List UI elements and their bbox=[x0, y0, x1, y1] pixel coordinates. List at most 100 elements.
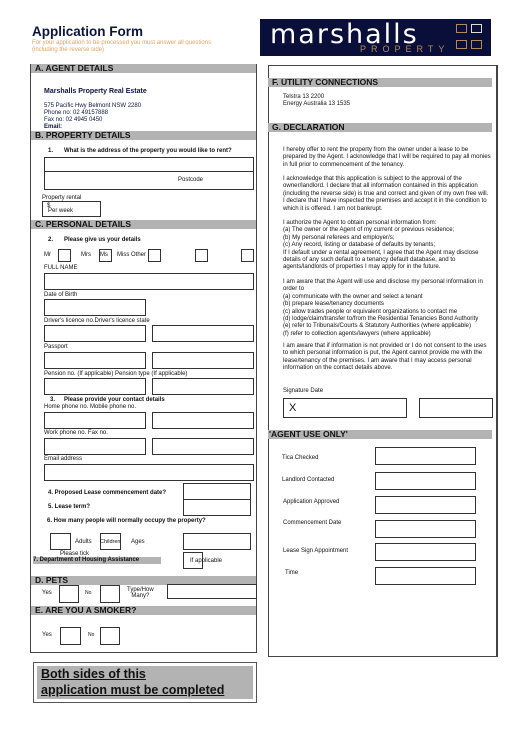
mr-label: Mr bbox=[44, 252, 51, 258]
per-week-label: Per week bbox=[48, 208, 74, 214]
passport-input[interactable] bbox=[44, 352, 146, 369]
pension-label: Pension no. (If applicable) Pension type… bbox=[44, 371, 188, 377]
full-name-input[interactable] bbox=[44, 273, 254, 290]
agent-phone: Phone no: 02 49157888 bbox=[44, 110, 109, 116]
ages-label: Ages bbox=[131, 539, 145, 545]
page-title: Application Form bbox=[32, 24, 143, 39]
commencement-date-label: Commencement Date bbox=[283, 520, 342, 526]
children-label: Children bbox=[100, 539, 121, 545]
landlord-contacted-input[interactable] bbox=[375, 472, 476, 490]
email-input[interactable] bbox=[44, 464, 254, 481]
q6-label: 6. How many people will normally occupy … bbox=[47, 518, 206, 524]
passport-input-2[interactable] bbox=[152, 352, 254, 369]
pets-yes-checkbox[interactable] bbox=[59, 585, 79, 603]
section-utility-connections: F. UTILITY CONNECTIONS bbox=[268, 78, 492, 87]
miss-checkbox[interactable] bbox=[195, 249, 208, 262]
ms-label: Ms bbox=[100, 252, 108, 258]
mr-checkbox[interactable] bbox=[58, 249, 71, 262]
tica-checked-label: Tica Checked bbox=[282, 455, 319, 461]
telstra-text: Telstra 13 2200 bbox=[283, 94, 325, 100]
dob-input[interactable] bbox=[44, 299, 146, 316]
work-fax-label: Work phone no. Fax no. bbox=[44, 430, 108, 436]
q5-label: 5. Lease term? bbox=[48, 504, 91, 510]
logo-square-icon bbox=[456, 40, 467, 49]
time-input[interactable] bbox=[375, 567, 476, 585]
pets-no-label: No bbox=[85, 590, 92, 596]
pets-no-checkbox[interactable] bbox=[100, 585, 120, 603]
signature-x-mark: X bbox=[289, 402, 297, 414]
time-label: Time bbox=[285, 570, 299, 576]
adults-input[interactable] bbox=[50, 533, 71, 550]
q3-number: 3. bbox=[50, 397, 56, 403]
smoker-no-label: No bbox=[88, 632, 95, 638]
footer-line-1: Both sides of this bbox=[41, 667, 146, 681]
date-input[interactable] bbox=[419, 398, 493, 418]
licence-label: Driver's licence no.Driver's licence sta… bbox=[44, 318, 150, 324]
if-applicable-label: If applicable bbox=[190, 558, 223, 564]
q3-label: Please provide your contact details bbox=[64, 397, 165, 403]
footer-line-2: application must be completed bbox=[41, 683, 225, 697]
pension-no-input[interactable] bbox=[44, 378, 146, 395]
logo-square-icon bbox=[471, 40, 482, 49]
section-smoker: E. ARE YOU A SMOKER? bbox=[31, 606, 256, 615]
declaration-paragraph: I authorize the Agent to obtain personal… bbox=[283, 219, 479, 271]
footer-notice: Both sides of this application must be c… bbox=[33, 662, 257, 703]
passport-label: Passport bbox=[44, 344, 68, 350]
lease-term-input[interactable] bbox=[183, 499, 251, 516]
signature-date-label: Signature Date bbox=[283, 388, 324, 394]
declaration-paragraph: I hereby offer to rent the property from… bbox=[283, 146, 491, 168]
smoker-no-checkbox[interactable] bbox=[100, 627, 120, 645]
q1-number: 1. bbox=[48, 148, 54, 154]
lease-sign-input[interactable] bbox=[375, 543, 476, 561]
section-agent-use-only: 'AGENT USE ONLY' bbox=[268, 430, 492, 439]
mrs-label: Mrs bbox=[81, 252, 91, 258]
section-agent-details: A. AGENT DETAILS bbox=[31, 64, 256, 73]
tica-checked-input[interactable] bbox=[375, 447, 476, 465]
postcode-label: Postcode bbox=[178, 177, 204, 183]
adults-label: Adults bbox=[75, 539, 92, 545]
full-name-label: FULL NAME bbox=[44, 265, 78, 271]
pets-type-label: Type/How Many? bbox=[127, 587, 154, 599]
application-approved-input[interactable] bbox=[375, 496, 476, 514]
email-label: Email address bbox=[44, 456, 83, 462]
q1-label: What is the address of the property you … bbox=[64, 148, 232, 154]
home-mobile-label: Home phone no. Mobile phone no. bbox=[44, 404, 137, 410]
work-phone-input[interactable] bbox=[44, 438, 146, 455]
miss-other-label: Miss Other bbox=[117, 252, 147, 258]
mobile-phone-input[interactable] bbox=[152, 412, 254, 429]
agent-fax: Fax no: 02 4945 0450 bbox=[44, 117, 103, 123]
declaration-paragraph: I am aware that the Agent will use and d… bbox=[283, 278, 483, 337]
agent-address: 575 Pacific Hwy Belmont NSW 2280 bbox=[44, 103, 142, 109]
declaration-paragraph: I acknowledge that this application is s… bbox=[283, 175, 489, 212]
property-address-input[interactable] bbox=[44, 157, 254, 190]
logo-square-icon bbox=[471, 24, 482, 33]
page-subtitle: For your application to be processed you… bbox=[32, 40, 212, 53]
pension-type-input[interactable] bbox=[152, 378, 254, 395]
q4-label: 4. Proposed Lease commencement date? bbox=[48, 490, 167, 496]
licence-no-input[interactable] bbox=[44, 325, 146, 342]
lease-sign-label: Lease Sign Appointment bbox=[283, 548, 349, 554]
dob-label: Date of Birth bbox=[44, 292, 78, 298]
licence-state-input[interactable] bbox=[152, 325, 254, 342]
energy-text: Energy Australia 13 1535 bbox=[283, 101, 351, 107]
ms-checkbox[interactable] bbox=[148, 249, 161, 262]
commencement-date-input[interactable] bbox=[375, 520, 476, 538]
fax-input[interactable] bbox=[152, 438, 254, 455]
ages-input[interactable] bbox=[183, 533, 251, 550]
smoker-yes-checkbox[interactable] bbox=[60, 627, 81, 645]
logo-square-icon bbox=[456, 24, 467, 33]
other-checkbox[interactable] bbox=[241, 249, 254, 262]
landlord-contacted-label: Landlord Contacted bbox=[282, 477, 335, 483]
pets-yes-label: Yes bbox=[42, 590, 52, 596]
q7-label: 7. Department of Housing Assistance bbox=[33, 557, 161, 564]
smoker-yes-label: Yes bbox=[42, 632, 52, 638]
application-approved-label: Application Approved bbox=[283, 499, 340, 505]
marshalls-logo: marshalls PROPERTY bbox=[260, 19, 491, 56]
lease-commencement-input[interactable] bbox=[183, 483, 251, 500]
section-property-details: B. PROPERTY DETAILS bbox=[31, 131, 256, 140]
signature-input[interactable] bbox=[283, 398, 407, 418]
logo-subtext: PROPERTY bbox=[360, 44, 450, 54]
home-phone-input[interactable] bbox=[44, 412, 146, 429]
pets-type-input[interactable] bbox=[167, 584, 257, 599]
declaration-paragraph: I am aware that if information is not pr… bbox=[283, 342, 487, 372]
